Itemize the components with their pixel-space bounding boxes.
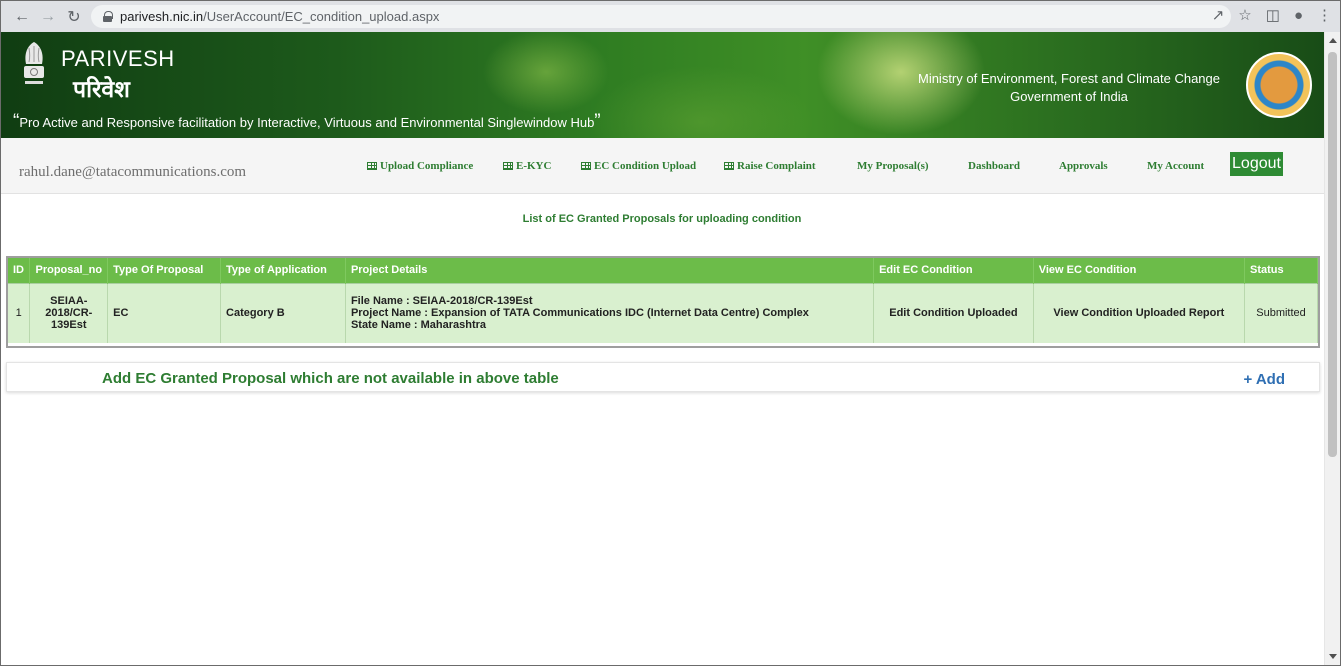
column-header-edit-ec-condition: Edit EC Condition: [873, 258, 1034, 283]
nav-upload-compliance[interactable]: Upload Compliance: [367, 160, 473, 172]
user-email: rahul.dane@tatacommunications.com: [19, 164, 247, 180]
nav-raise-complaint[interactable]: Raise Complaint: [724, 160, 816, 172]
nav-approvals[interactable]: Approvals: [1059, 160, 1108, 172]
nav-label: My Proposal(s): [857, 160, 929, 172]
url-path: /UserAccount/EC_condition_upload.aspx: [203, 9, 440, 24]
sidepanel-icon[interactable]: ◫: [1266, 6, 1280, 24]
menu-icon[interactable]: ⋮: [1317, 6, 1332, 24]
star-icon[interactable]: ☆: [1238, 6, 1251, 24]
forward-icon[interactable]: →: [35, 4, 61, 30]
nav-label: E-KYC: [516, 160, 552, 172]
url-host: parivesh.nic.in: [120, 9, 204, 24]
column-header-type-of-application: Type of Application: [220, 258, 346, 283]
column-header-id: ID: [8, 258, 31, 283]
proposals-table: ID Proposal_no Type Of Proposal Type of …: [6, 256, 1320, 348]
nav-label: Approvals: [1059, 160, 1108, 172]
reload-icon[interactable]: ↻: [61, 4, 87, 30]
nav-my-proposals[interactable]: My Proposal(s): [857, 160, 929, 172]
nav-label: My Account: [1147, 160, 1205, 172]
tagline: “Pro Active and Responsive facilitation …: [13, 111, 601, 132]
cell-project-details: File Name : SEIAA-2018/CR-139Est Project…: [345, 282, 875, 343]
cell-type-of-application: Category B: [220, 282, 346, 343]
share-icon[interactable]: ↗: [1212, 6, 1225, 24]
vertical-scrollbar[interactable]: [1324, 32, 1340, 665]
nav-label: Upload Compliance: [380, 160, 474, 172]
edit-condition-link[interactable]: Edit Condition Uploaded: [873, 282, 1034, 343]
nav-label: EC Condition Upload: [594, 160, 697, 172]
grid-icon: [367, 162, 377, 170]
profile-icon[interactable]: ●: [1294, 7, 1303, 24]
nav-label: Raise Complaint: [737, 160, 816, 172]
nav-label: Dashboard: [968, 160, 1020, 172]
nav-e-kyc[interactable]: E-KYC: [503, 160, 551, 172]
grid-icon: [503, 162, 513, 170]
cell-id: 1: [8, 282, 31, 343]
nav-dashboard[interactable]: Dashboard: [968, 160, 1020, 172]
tagline-text: Pro Active and Responsive facilitation b…: [19, 115, 595, 130]
logout-button[interactable]: Logout: [1230, 152, 1283, 176]
brand-name-english: PARIVESH: [61, 46, 175, 71]
project-state: State Name : Maharashtra: [350, 319, 487, 332]
cell-proposal-no: SEIAA-2018/CR-139Est: [29, 282, 109, 343]
add-proposal-section: Add EC Granted Proposal which are not av…: [6, 362, 1320, 392]
nav-ec-condition-upload[interactable]: EC Condition Upload: [581, 160, 696, 172]
ministry-line-1: Ministry of Environment, Forest and Clim…: [917, 71, 1220, 86]
grid-icon: [724, 162, 734, 170]
column-header-status: Status: [1244, 258, 1318, 283]
national-emblem-icon: [24, 42, 44, 84]
site-banner: PARIVESH परिवेश “Pro Active and Responsi…: [1, 32, 1340, 138]
table-header-row: ID Proposal_no Type Of Proposal Type of …: [8, 258, 1318, 283]
top-navigation: rahul.dane@tatacommunications.com Upload…: [1, 138, 1340, 194]
moefcc-logo-icon: [1246, 52, 1312, 118]
back-icon[interactable]: ←: [9, 4, 35, 30]
column-header-view-ec-condition: View EC Condition: [1033, 258, 1246, 283]
add-proposal-text: Add EC Granted Proposal which are not av…: [102, 370, 559, 387]
lock-icon: [103, 11, 113, 22]
project-name: Project Name : Expansion of TATA Communi…: [350, 307, 809, 320]
column-header-proposal-no: Proposal_no: [29, 258, 109, 283]
column-header-type-of-proposal: Type Of Proposal: [107, 258, 222, 283]
scroll-thumb[interactable]: [1328, 52, 1337, 457]
project-file-name: File Name : SEIAA-2018/CR-139Est: [350, 295, 533, 308]
ministry-line-2: Government of India: [1010, 89, 1128, 104]
scroll-down-icon[interactable]: [1329, 654, 1337, 659]
browser-toolbar: ← → ↻ parivesh.nic.in/UserAccount/EC_con…: [1, 1, 1340, 32]
grid-icon: [581, 162, 591, 170]
column-header-project-details: Project Details: [345, 258, 875, 283]
browser-actions: ↗ ☆ ◫ ● ⋮: [1212, 6, 1332, 25]
nav-my-account[interactable]: My Account: [1147, 160, 1204, 172]
table-row: 1 SEIAA-2018/CR-139Est EC Category B Fil…: [8, 282, 1318, 343]
cell-type-of-proposal: EC: [107, 282, 222, 343]
brand-name-hindi: परिवेश: [73, 76, 130, 102]
status-badge: Submitted: [1244, 282, 1318, 343]
view-condition-report-link[interactable]: View Condition Uploaded Report: [1033, 282, 1246, 343]
add-proposal-button[interactable]: + Add: [1243, 371, 1285, 388]
browser-window: ← → ↻ parivesh.nic.in/UserAccount/EC_con…: [0, 0, 1341, 666]
address-bar[interactable]: parivesh.nic.in/UserAccount/EC_condition…: [91, 5, 1231, 28]
scroll-up-icon[interactable]: [1329, 38, 1337, 43]
ministry-name: Ministry of Environment, Forest and Clim…: [918, 70, 1220, 106]
page-title: List of EC Granted Proposals for uploadi…: [522, 213, 802, 225]
